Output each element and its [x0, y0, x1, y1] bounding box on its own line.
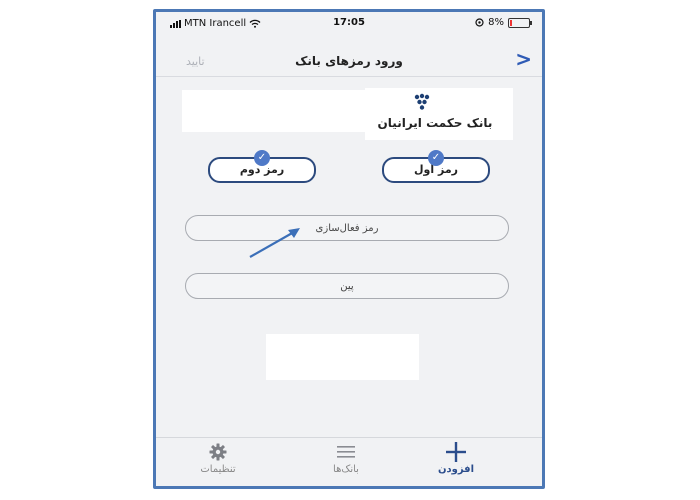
- tab-add[interactable]: افزودن: [416, 442, 496, 475]
- arrow-annotation-icon: [249, 228, 300, 258]
- gear-icon: [209, 443, 227, 461]
- blank-panel-bottom: [266, 334, 419, 380]
- first-password-tab[interactable]: ✓ رمز اول: [382, 150, 490, 183]
- status-bar: MTN Irancell 17:05 8%: [156, 12, 542, 34]
- activation-code-placeholder: رمز فعال‌سازی: [315, 223, 379, 234]
- navigation-bar: > ورود رمزهای بانک تایید: [156, 46, 542, 77]
- battery-fill: [510, 19, 512, 26]
- check-icon: ✓: [254, 150, 270, 166]
- screen-lock-icon: [475, 18, 484, 27]
- list-icon: [337, 446, 355, 458]
- second-password-tab[interactable]: ✓ رمز دوم: [208, 150, 316, 183]
- bottom-tab-bar: تنظیمات بانک‌ها افزودن: [156, 437, 542, 486]
- battery-percent: 8%: [488, 17, 504, 28]
- page-title: ورود رمزهای بانک: [295, 54, 403, 68]
- battery-group: 8%: [475, 17, 532, 28]
- tab-add-label: افزودن: [437, 464, 475, 475]
- plus-icon: [446, 442, 466, 462]
- bank-logo-panel: [365, 88, 513, 140]
- tab-banks[interactable]: بانک‌ها: [306, 442, 386, 475]
- activation-code-field[interactable]: رمز فعال‌سازی: [185, 215, 509, 241]
- phone-screenshot-frame: MTN Irancell 17:05 8% > ورود رمزهای بانک…: [153, 9, 545, 489]
- tab-settings-label: تنظیمات: [200, 464, 236, 475]
- confirm-button[interactable]: تایید: [186, 55, 205, 68]
- tab-settings[interactable]: تنظیمات: [178, 442, 258, 475]
- blank-panel-left: [182, 90, 367, 132]
- bank-name: بانک حکمت ایرانیان: [377, 116, 493, 130]
- pin-placeholder: پین: [340, 281, 354, 292]
- battery-icon: [508, 17, 532, 28]
- check-icon: ✓: [428, 150, 444, 166]
- bank-logo-icon: [414, 93, 430, 110]
- pin-field[interactable]: پین: [185, 273, 509, 299]
- tab-banks-label: بانک‌ها: [333, 464, 359, 475]
